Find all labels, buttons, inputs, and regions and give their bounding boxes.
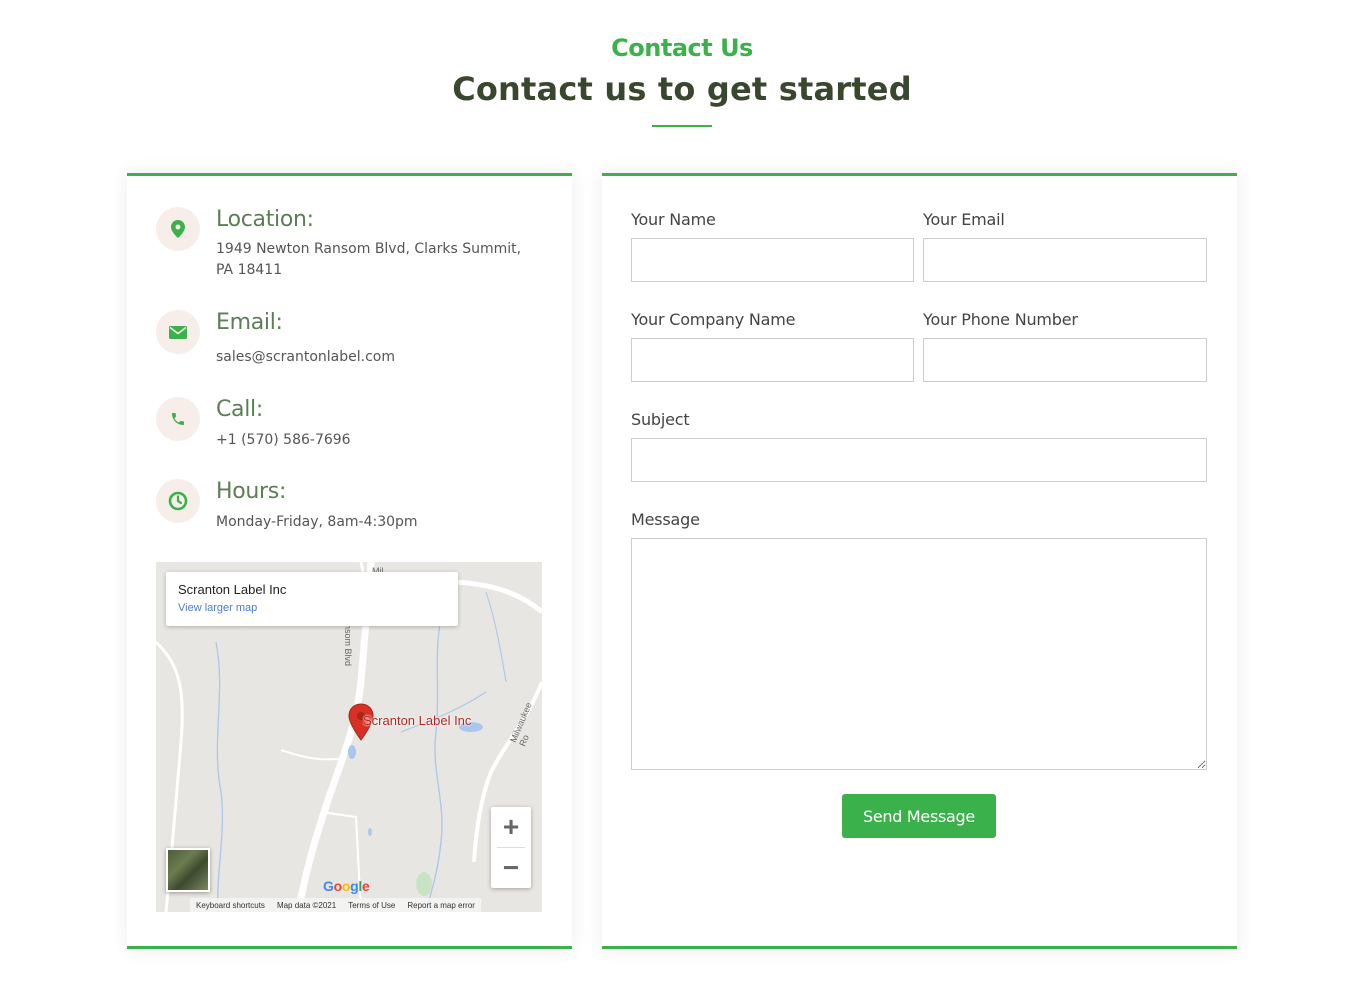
google-logo: Google — [323, 878, 370, 894]
company-label: Your Company Name — [631, 310, 796, 329]
view-larger-map-link[interactable]: View larger map — [178, 602, 257, 614]
satellite-toggle-button[interactable] — [166, 848, 210, 892]
map-footer: Keyboard shortcuts Map data ©2021 Terms … — [190, 898, 481, 912]
phone-label: Your Phone Number — [923, 310, 1078, 329]
envelope-icon — [156, 310, 200, 354]
hours-heading: Hours: — [216, 479, 287, 504]
business-hours: Monday-Friday, 8am-4:30pm — [216, 514, 418, 530]
clock-icon — [156, 479, 200, 523]
email-input[interactable] — [923, 238, 1207, 282]
phone-number[interactable]: +1 (570) 586-7696 — [216, 430, 536, 451]
message-textarea[interactable] — [631, 538, 1207, 770]
location-heading: Location: — [216, 207, 314, 232]
contact-info-card: Location: 1949 Newton Ransom Blvd, Clark… — [127, 173, 572, 949]
email-heading: Email: — [216, 310, 283, 335]
email-address[interactable]: sales@scrantonlabel.com — [216, 347, 536, 368]
map-zoom-control: + − — [491, 807, 531, 888]
map-place-card: Scranton Label Inc View larger map — [166, 572, 458, 626]
page-title: Contact us to get started — [452, 70, 912, 108]
subject-label: Subject — [631, 410, 690, 429]
name-input[interactable] — [631, 238, 914, 282]
map-pin-icon — [156, 207, 200, 251]
send-message-button[interactable]: Send Message — [842, 794, 996, 838]
report-map-error-link[interactable]: Report a map error — [407, 901, 475, 910]
map-pin-label[interactable]: Scranton Label Inc — [363, 713, 471, 728]
subject-input[interactable] — [631, 438, 1207, 482]
road-label-ransom: nsom Blvd — [343, 624, 353, 667]
contact-form-card: Your Name Your Email Your Company Name Y… — [602, 173, 1237, 949]
map-place-name: Scranton Label Inc — [178, 582, 287, 597]
zoom-out-button[interactable]: − — [491, 848, 531, 888]
email-label: Your Email — [923, 210, 1005, 229]
name-label: Your Name — [631, 210, 716, 229]
company-input[interactable] — [631, 338, 914, 382]
message-label: Message — [631, 510, 700, 529]
zoom-in-button[interactable]: + — [491, 807, 531, 847]
terms-of-use-link[interactable]: Terms of Use — [348, 901, 395, 910]
section-subtitle: Contact Us — [611, 34, 753, 62]
call-heading: Call: — [216, 397, 263, 422]
phone-input[interactable] — [923, 338, 1207, 382]
map-data-text: Map data ©2021 — [276, 900, 337, 910]
location-address: 1949 Newton Ransom Blvd, Clarks Summit, … — [216, 241, 522, 278]
phone-icon — [156, 397, 200, 441]
title-divider — [652, 125, 712, 127]
google-map[interactable]: Scranton Label Inc nsom Blvd Milwaukee R… — [156, 562, 542, 912]
keyboard-shortcuts-link[interactable]: Keyboard shortcuts — [196, 901, 265, 910]
